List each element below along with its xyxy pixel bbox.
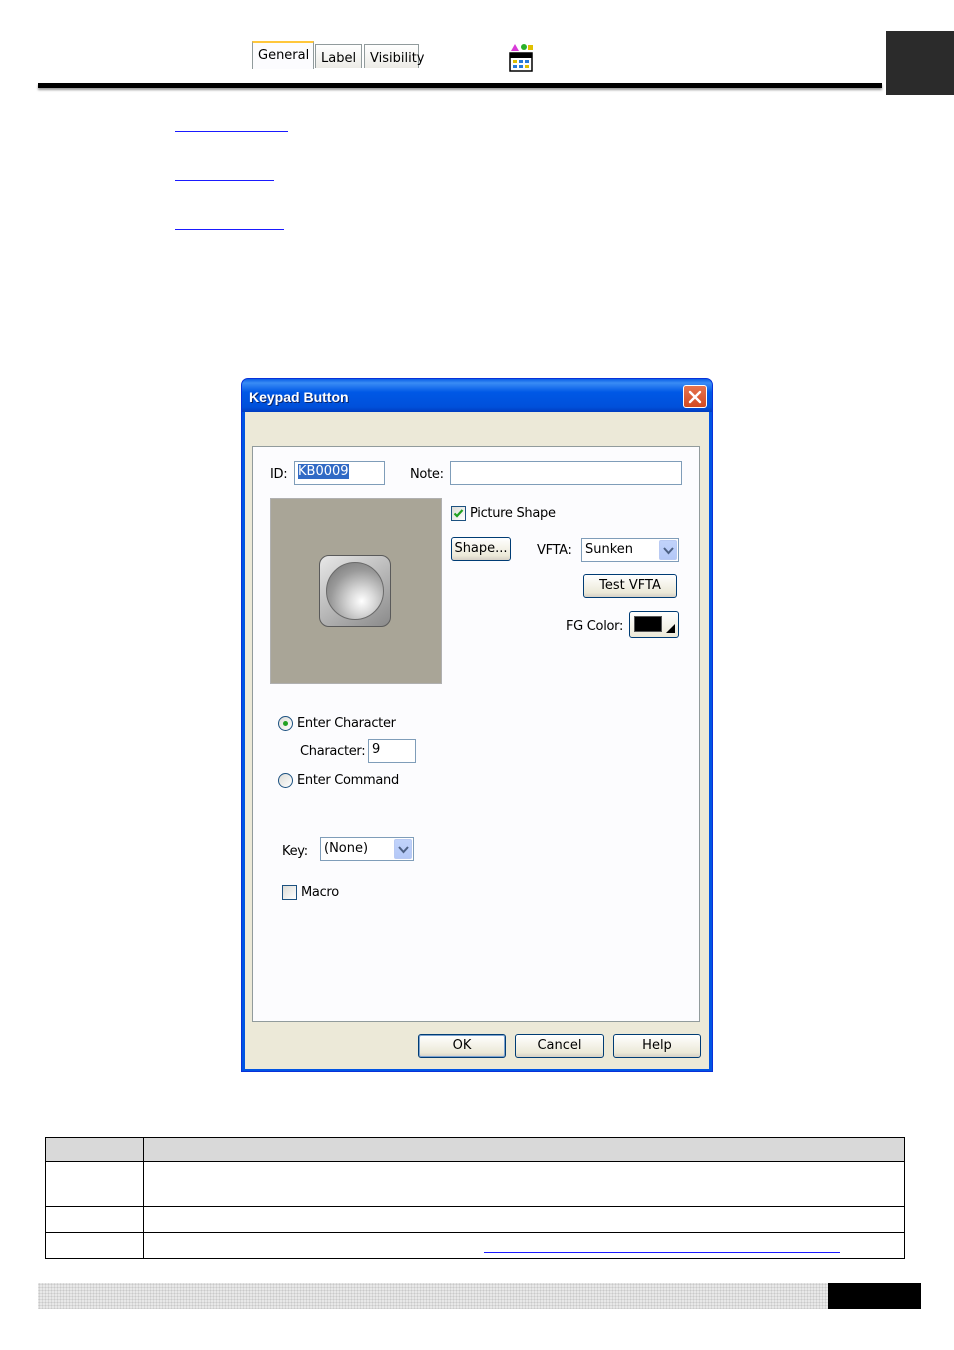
tab-general-label: General xyxy=(258,48,310,63)
vfta-label: VFTA: xyxy=(537,543,572,558)
fg-color-label: FG Color: xyxy=(566,619,624,634)
dialog-title: Keypad Button xyxy=(249,389,349,405)
fg-color-button[interactable] xyxy=(629,611,679,638)
key-label: Key: xyxy=(282,844,308,859)
key-select[interactable]: (None) xyxy=(320,837,414,861)
id-label: ID: xyxy=(270,467,288,482)
screen-designer-icon xyxy=(507,42,535,72)
doc-link-1[interactable] xyxy=(175,130,288,132)
doc-link-3[interactable] xyxy=(175,228,284,230)
enter-command-label: Enter Command xyxy=(297,773,399,788)
enter-character-radio[interactable] xyxy=(278,716,293,731)
tab-visibility-label: Visibility xyxy=(370,51,425,66)
enter-command-radio[interactable] xyxy=(278,773,293,788)
tab-label[interactable]: Label xyxy=(315,44,362,68)
note-field[interactable] xyxy=(450,461,682,485)
character-value: 9 xyxy=(372,742,381,757)
table-row-divider xyxy=(46,1206,904,1207)
chapter-tab xyxy=(886,31,954,95)
dialog-titlebar[interactable]: Keypad Button xyxy=(242,379,712,412)
shape-button[interactable]: Shape... xyxy=(451,537,511,561)
cancel-button[interactable]: Cancel xyxy=(515,1034,604,1058)
test-vfta-button[interactable]: Test VFTA xyxy=(583,574,677,598)
tab-label-label: Label xyxy=(321,51,357,66)
checkmark-icon xyxy=(453,509,464,518)
table-header-row xyxy=(46,1138,904,1162)
dropdown-triangle-icon xyxy=(666,624,675,633)
tab-visibility[interactable]: Visibility xyxy=(364,44,424,68)
close-button[interactable] xyxy=(683,385,707,408)
shape-preview xyxy=(270,498,442,684)
keycap-sphere xyxy=(326,562,384,620)
enter-character-label: Enter Character xyxy=(297,716,396,731)
id-field[interactable]: KB0009 xyxy=(294,461,385,485)
page-number-box xyxy=(828,1283,921,1309)
property-table xyxy=(45,1137,905,1259)
table-link[interactable] xyxy=(484,1252,840,1253)
close-x-icon xyxy=(688,390,702,404)
ok-button[interactable]: OK xyxy=(418,1034,506,1058)
character-field[interactable]: 9 xyxy=(368,739,416,763)
picture-shape-checkbox[interactable] xyxy=(451,506,466,521)
doc-link-2[interactable] xyxy=(175,179,274,181)
table-column-divider xyxy=(143,1138,144,1258)
character-label: Character: xyxy=(300,744,366,759)
chevron-down-icon xyxy=(663,547,674,555)
id-value: KB0009 xyxy=(298,464,349,479)
vfta-dropdown-button[interactable] xyxy=(659,540,677,560)
table-row-divider xyxy=(46,1232,904,1233)
keypad-button-preview xyxy=(319,555,391,627)
fg-color-swatch xyxy=(634,616,662,632)
chevron-down-icon xyxy=(398,846,409,854)
picture-shape-label: Picture Shape xyxy=(470,506,556,521)
macro-label: Macro xyxy=(301,885,339,900)
tab-general[interactable]: General xyxy=(252,41,314,69)
footer-bar xyxy=(38,1283,828,1309)
note-label: Note: xyxy=(410,467,444,482)
vfta-value: Sunken xyxy=(585,542,634,557)
radio-selected-dot xyxy=(283,721,288,726)
header-rule xyxy=(38,83,882,88)
vfta-select[interactable]: Sunken xyxy=(581,538,679,562)
key-dropdown-button[interactable] xyxy=(394,839,412,859)
key-value: (None) xyxy=(324,841,369,856)
help-button[interactable]: Help xyxy=(613,1034,701,1058)
macro-checkbox[interactable] xyxy=(282,885,297,900)
